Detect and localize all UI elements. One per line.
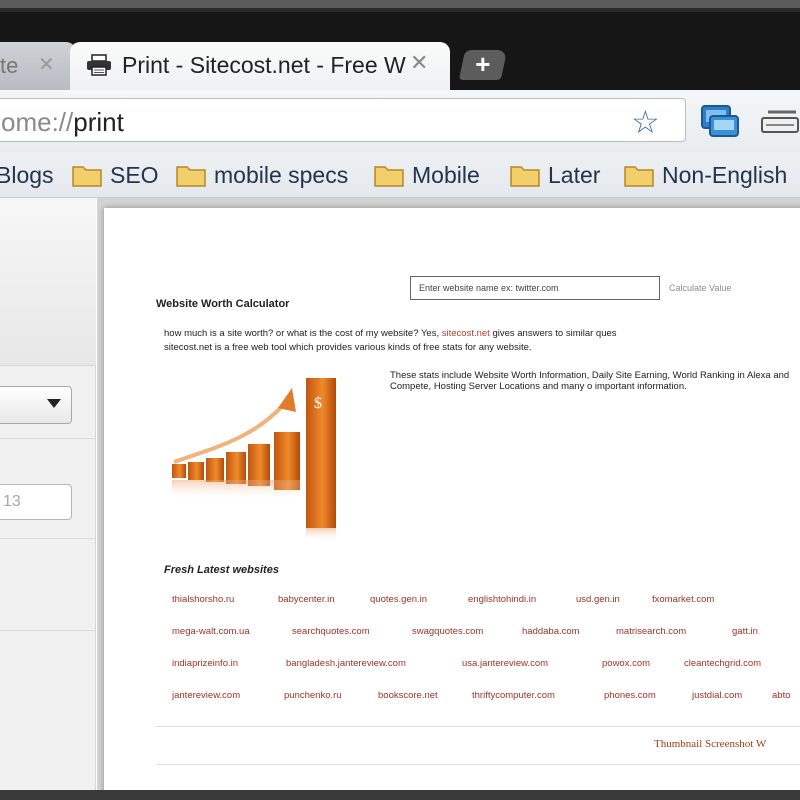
address-text: ome://print [1,107,124,138]
fresh-websites-heading: Fresh Latest websites [164,564,279,576]
site-link[interactable]: quotes.gen.in [370,594,427,605]
site-link[interactable]: bookscore.net [378,690,438,701]
divider [0,538,96,539]
star-icon[interactable]: ☆ [631,103,660,141]
sidebar-header [0,198,96,366]
site-link[interactable]: usd.gen.in [576,594,620,605]
window-top-edge-inner [0,8,800,12]
bookmark-label: Blogs [0,161,54,188]
folder-icon [176,166,206,187]
tab-title: te [0,53,19,78]
bookmark-non-english[interactable]: Non-English [624,160,787,190]
site-link[interactable]: searchquotes.com [292,626,370,637]
folder-icon [72,166,102,187]
tab-title: Print - Sitecost.net - Free W [122,52,406,78]
address-path: print [73,107,124,137]
svg-text:$: $ [314,395,322,412]
page-heading: Website Worth Calculator [156,298,290,310]
print-page-icon[interactable] [700,100,740,140]
site-link[interactable]: powox.com [602,658,650,669]
divider [0,438,96,439]
print-favicon [87,54,111,76]
bookmark-blogs[interactable]: Blogs [0,160,54,190]
intro-text: gives answers to similar ques [489,328,617,339]
bookmark-mobile-specs[interactable]: mobile specs [176,160,348,190]
toolbar: ome://print ☆ [0,90,800,152]
stats-description: These stats include Website Worth Inform… [390,370,790,392]
site-link[interactable]: gatt.in [732,626,758,637]
folder-icon [510,166,540,187]
site-link[interactable]: swagquotes.com [412,626,483,637]
calculate-value-link[interactable]: Calculate Value [669,283,731,293]
intro-text: how much is a site worth? or what is the… [164,328,442,339]
divider [156,764,800,765]
print-settings-sidebar: 13 [0,198,96,790]
site-link[interactable]: bangladesh.jantereview.com [286,658,406,669]
new-tab-button[interactable]: + [458,49,508,80]
divider [156,726,800,727]
address-bar[interactable]: ome://print ☆ [0,98,686,142]
intro-line-2: sitecost.net is a free web tool which pr… [164,342,532,353]
site-link[interactable]: cleantechgrid.com [684,658,761,669]
site-link[interactable]: justdial.com [692,690,742,701]
site-link[interactable]: haddaba.com [522,626,580,637]
brand-link[interactable]: sitecost.net [442,328,490,339]
new-tab-icon: + [475,49,491,79]
site-link[interactable]: fxomarket.com [652,594,714,605]
browser-window: te ✕ Print - Sitecost.net - Free W ✕ + o… [0,0,800,800]
site-link[interactable]: indiaprizeinfo.in [172,658,238,669]
site-link[interactable]: jantereview.com [172,690,240,701]
bookmark-label: mobile specs [214,161,349,188]
intro-line-1: how much is a site worth? or what is the… [164,328,617,339]
bookmark-label: Later [548,161,601,188]
pages-input[interactable]: 13 [0,484,72,520]
folder-icon [624,166,654,187]
dropdown-arrow-icon [47,399,61,408]
wrench-icon[interactable] [758,102,800,140]
growth-chart-image: $ [164,368,384,544]
site-link[interactable]: punchenko.ru [284,690,342,701]
bookmark-seo[interactable]: SEO [72,160,159,190]
bookmarks-bar: Blogs SEO mobile specs Mobile Later Non-… [0,152,800,198]
bookmark-label: Non-English [662,161,788,188]
site-link[interactable]: mega-walt.com.ua [172,626,250,637]
site-link[interactable]: babycenter.in [278,594,335,605]
bookmark-label: SEO [110,161,159,188]
folder-icon [374,166,404,187]
bookmark-mobile[interactable]: Mobile [374,160,480,190]
address-scheme: ome:// [1,107,74,137]
window-bottom-edge [0,790,800,800]
close-icon[interactable]: ✕ [410,50,428,76]
thumbnail-screenshot-heading: Thumbnail Screenshot W [654,738,767,750]
destination-select[interactable] [0,386,72,424]
site-link[interactable]: thialshorsho.ru [172,594,234,605]
site-link[interactable]: phones.com [604,690,656,701]
divider [0,630,96,631]
print-preview-page: Enter website name ex: twitter.com Calcu… [104,208,800,798]
site-link[interactable]: englishtohindi.in [468,594,536,605]
bookmark-later[interactable]: Later [510,160,600,190]
site-link[interactable]: thriftycomputer.com [472,690,555,701]
bookmark-label: Mobile [412,161,480,188]
site-link[interactable]: matrisearch.com [616,626,686,637]
site-link[interactable]: abto [772,690,791,701]
tab-active[interactable]: Print - Sitecost.net - Free W ✕ [70,42,450,90]
tab-inactive[interactable]: te ✕ [0,42,76,90]
site-link[interactable]: usa.jantereview.com [462,658,548,669]
website-name-input[interactable]: Enter website name ex: twitter.com [410,276,660,300]
close-icon[interactable]: ✕ [38,52,55,77]
window-top-edge [0,0,800,8]
content-area: 13 Enter website name ex: twitter.com Ca… [0,198,800,798]
